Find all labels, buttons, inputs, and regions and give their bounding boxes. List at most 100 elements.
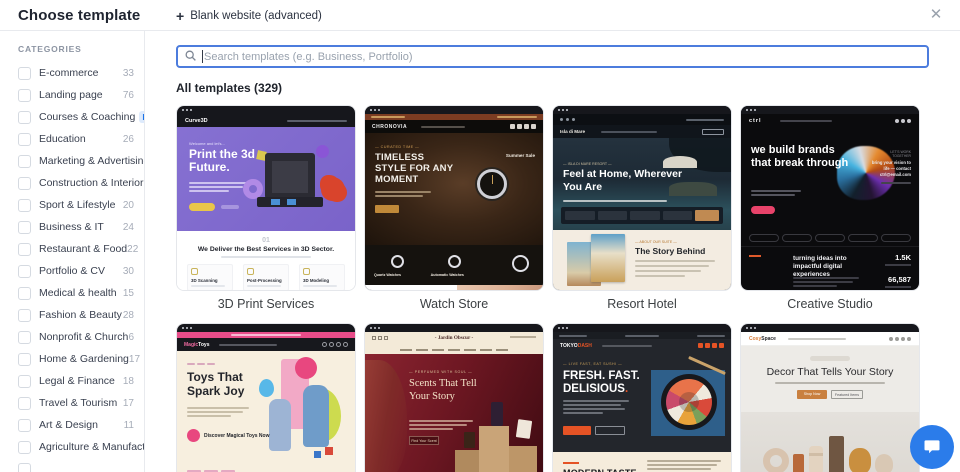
category-label: Construction & Interior xyxy=(39,177,143,189)
category-item[interactable]: Restaurant & Food 22 xyxy=(18,238,134,260)
page-title: Choose template xyxy=(18,7,140,24)
category-label: Travel & Tourism xyxy=(39,397,117,409)
category-label: Legal & Finance xyxy=(39,375,115,387)
search-bar xyxy=(176,45,929,68)
category-item[interactable]: Nonprofit & Church 6 xyxy=(18,326,134,348)
template-thumbnail: - Jardin Obscur - — PERFUMED WITH SOUL —… xyxy=(364,323,544,472)
tile-label: Automatic Watches xyxy=(431,273,464,277)
search-input[interactable] xyxy=(176,45,929,68)
template-card-sushi-restaurant[interactable]: TOKYODASH — LIVE FAST, EAT SUSHI — FRESH… xyxy=(552,323,732,472)
category-label: Portfolio & CV xyxy=(39,265,105,277)
category-label: Nonprofit & Church xyxy=(39,331,128,343)
template-card-resort-hotel[interactable]: Isla di Mare — ISLA DI MARE RESORT — Fee… xyxy=(552,105,732,311)
category-label: Marketing & Advertising xyxy=(39,155,145,167)
category-label: Courses & Coaching xyxy=(39,111,135,123)
social-icons xyxy=(322,342,348,347)
thumb-logo: Curve3D xyxy=(185,118,208,124)
thumb-cta-button xyxy=(189,203,215,211)
template-card-perfume-store[interactable]: - Jardin Obscur - — PERFUMED WITH SOUL —… xyxy=(364,323,544,472)
sushi-plate-graphic xyxy=(661,374,717,430)
category-item[interactable]: Medical & health 15 xyxy=(18,282,134,304)
category-checkbox[interactable] xyxy=(18,133,31,146)
category-item[interactable]: Travel & Tourism 17 xyxy=(18,392,134,414)
browser-chrome xyxy=(741,106,919,114)
category-checkbox[interactable] xyxy=(18,331,31,344)
category-checkbox[interactable] xyxy=(18,89,31,102)
category-checkbox[interactable] xyxy=(18,265,31,278)
category-label: Medical & health xyxy=(39,287,117,299)
template-card-toy-store[interactable]: MagicToys Toys That Spark Joy Discover M… xyxy=(176,323,356,472)
category-item[interactable]: Construction & Interior 16 xyxy=(18,172,134,194)
thumb-cta-button xyxy=(751,206,775,214)
category-item[interactable]: Fashion & Beauty 28 xyxy=(18,304,134,326)
category-item[interactable]: Portfolio & CV 30 xyxy=(18,260,134,282)
category-item[interactable]: Art & Design 11 xyxy=(18,414,134,436)
template-card-creative-studio[interactable]: ctrl we build brands that break through … xyxy=(740,105,920,311)
category-item[interactable]: Courses & Coaching New 16 xyxy=(18,106,134,128)
thumb-logo: TOKYODASH xyxy=(560,343,592,349)
feature-label: 3D Scanning xyxy=(191,278,229,283)
category-label: Sport & Lifestyle xyxy=(39,199,115,211)
thumb-hero-title: we build brands that break through xyxy=(751,144,851,169)
category-count: 22 xyxy=(127,244,138,255)
category-checkbox[interactable] xyxy=(18,441,31,454)
thumb-hero-title: Print the 3d Future. xyxy=(189,148,261,174)
category-item[interactable]: Agriculture & Manufacturing 9 xyxy=(18,436,134,458)
category-item[interactable]: Marketing & Advertising 25 xyxy=(18,150,134,172)
category-checkbox[interactable] xyxy=(18,353,31,366)
category-item[interactable]: E-commerce 33 xyxy=(18,62,134,84)
category-checkbox[interactable] xyxy=(18,397,31,410)
category-checkbox[interactable] xyxy=(18,463,31,472)
thumb-logo: Isla di Mare xyxy=(560,129,585,134)
feature-label: Post-Processing xyxy=(247,278,285,283)
category-count: 33 xyxy=(123,68,134,79)
close-icon[interactable]: ✕ xyxy=(926,5,946,25)
template-card-home-decor[interactable]: CosySpace Decor That Tells Your Story Sh… xyxy=(740,323,920,472)
thumb-cta-button xyxy=(375,205,399,213)
browser-chrome xyxy=(365,324,543,332)
child-photo xyxy=(303,385,329,447)
plus-icon: + xyxy=(176,8,184,24)
social-icons xyxy=(698,343,724,348)
category-count: 24 xyxy=(123,222,134,233)
template-card-watch-store[interactable]: CHRONOVIA — CURATED TIME — TIMELESS STYL… xyxy=(364,105,544,311)
category-item[interactable]: Sport & Lifestyle 20 xyxy=(18,194,134,216)
category-checkbox[interactable] xyxy=(18,243,31,256)
category-item[interactable]: Home & Gardening 17 xyxy=(18,348,134,370)
category-checkbox[interactable] xyxy=(18,287,31,300)
category-checkbox[interactable] xyxy=(18,199,31,212)
category-item-partial[interactable] xyxy=(18,458,134,472)
category-checkbox[interactable] xyxy=(18,67,31,80)
category-count: 6 xyxy=(128,332,134,343)
category-item[interactable]: Education 26 xyxy=(18,128,134,150)
thumb-logo: MagicToys xyxy=(184,342,209,348)
child-photo xyxy=(269,399,291,451)
category-checkbox[interactable] xyxy=(18,155,31,168)
category-checkbox[interactable] xyxy=(18,375,31,388)
social-icons xyxy=(510,124,536,129)
text-caret xyxy=(202,50,203,63)
template-thumbnail: CHRONOVIA — CURATED TIME — TIMELESS STYL… xyxy=(364,105,544,291)
vases-photo xyxy=(741,412,919,472)
category-item[interactable]: Legal & Finance 18 xyxy=(18,370,134,392)
category-checkbox[interactable] xyxy=(18,221,31,234)
category-checkbox[interactable] xyxy=(18,419,31,432)
blank-website-button[interactable]: + Blank website (advanced) xyxy=(176,0,322,31)
category-item[interactable]: Business & IT 24 xyxy=(18,216,134,238)
template-name: Creative Studio xyxy=(740,297,920,311)
category-checkbox[interactable] xyxy=(18,309,31,322)
category-checkbox[interactable] xyxy=(18,177,31,190)
chat-button[interactable] xyxy=(910,425,954,469)
template-thumbnail: MagicToys Toys That Spark Joy Discover M… xyxy=(176,323,356,472)
template-name: Resort Hotel xyxy=(552,297,732,311)
thumb-secondary-button: Featured Items xyxy=(831,390,863,399)
category-checkbox[interactable] xyxy=(18,111,31,124)
template-name: 3D Print Services xyxy=(176,297,356,311)
categories-sidebar: CATEGORIES E-commerce 33 Landing page 76… xyxy=(0,31,145,472)
template-card-3d-print-services[interactable]: Curve3D Welcome and let's... Print the 3… xyxy=(176,105,356,311)
category-label: Agriculture & Manufacturing xyxy=(39,441,145,453)
printer-graphic xyxy=(265,153,315,199)
category-item[interactable]: Landing page 76 xyxy=(18,84,134,106)
thumb-hero-title: Toys That Spark Joy xyxy=(187,371,273,399)
thumb-logo: ctrl xyxy=(749,118,762,124)
